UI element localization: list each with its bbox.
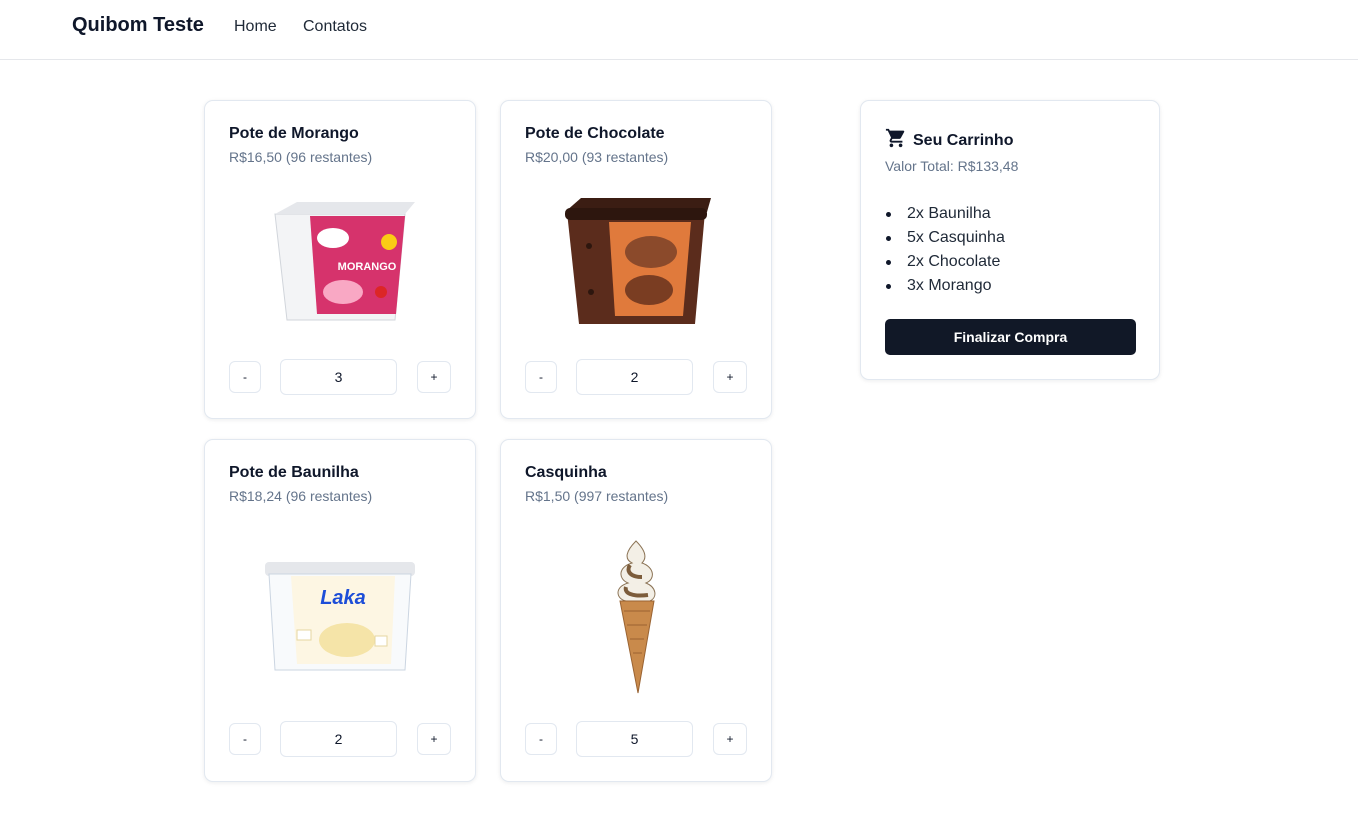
strawberry-ice-cream-tub-image: MORANGO (245, 187, 435, 337)
cart-items-list: 2x Baunilha 5x Casquinha 2x Chocolate 3x… (885, 202, 1005, 298)
increase-button[interactable]: + (713, 361, 747, 393)
nav-link-contatos[interactable]: Contatos (303, 18, 367, 36)
product-card-casquinha: Casquinha R$1,50 (997 restantes) - 5 + (500, 439, 772, 782)
decrease-button[interactable]: - (525, 361, 557, 393)
product-price: R$20,00 (93 restantes) (525, 149, 669, 165)
navbar: Quibom Teste Home Contatos (0, 0, 1358, 60)
brand-logo[interactable]: Quibom Teste (72, 14, 204, 37)
increase-button[interactable]: + (417, 723, 451, 755)
svg-text:MORANGO: MORANGO (338, 261, 397, 273)
cart-card: Seu Carrinho Valor Total: R$133,48 2x Ba… (860, 100, 1160, 380)
product-card-chocolate: Pote de Chocolate R$20,00 (93 restantes)… (500, 100, 772, 419)
product-price: R$16,50 (96 restantes) (229, 149, 373, 165)
chocolate-ice-cream-tub-image (541, 187, 731, 337)
product-card-morango: Pote de Morango R$16,50 (96 restantes) M… (204, 100, 476, 419)
product-price: R$18,24 (96 restantes) (229, 488, 373, 504)
decrease-button[interactable]: - (229, 361, 261, 393)
quantity-input[interactable]: 3 (280, 359, 397, 395)
svg-text:Laka: Laka (320, 587, 366, 609)
vanilla-ice-cream-tub-image: Laka (245, 532, 435, 702)
decrease-button[interactable]: - (525, 723, 557, 755)
shopping-cart-icon (885, 127, 907, 154)
cart-item: 2x Chocolate (885, 250, 1005, 274)
quantity-input[interactable]: 2 (280, 721, 397, 757)
cart-total: Valor Total: R$133,48 (885, 158, 1019, 174)
product-title: Pote de Morango (229, 125, 359, 142)
product-title: Casquinha (525, 464, 607, 481)
increase-button[interactable]: + (713, 723, 747, 755)
product-card-baunilha: Pote de Baunilha R$18,24 (96 restantes) … (204, 439, 476, 782)
cart-item: 3x Morango (885, 274, 1005, 298)
decrease-button[interactable]: - (229, 723, 261, 755)
soft-serve-cone-image (541, 532, 731, 702)
quantity-input[interactable]: 2 (576, 359, 693, 395)
checkout-button[interactable]: Finalizar Compra (885, 319, 1136, 355)
increase-button[interactable]: + (417, 361, 451, 393)
cart-item: 2x Baunilha (885, 202, 1005, 226)
quantity-input[interactable]: 5 (576, 721, 693, 757)
cart-item: 5x Casquinha (885, 226, 1005, 250)
product-title: Pote de Baunilha (229, 464, 359, 481)
cart-header: Seu Carrinho (885, 127, 1013, 154)
nav-link-home[interactable]: Home (234, 18, 277, 36)
cart-title: Seu Carrinho (913, 131, 1014, 149)
product-price: R$1,50 (997 restantes) (525, 488, 669, 504)
product-title: Pote de Chocolate (525, 125, 665, 142)
